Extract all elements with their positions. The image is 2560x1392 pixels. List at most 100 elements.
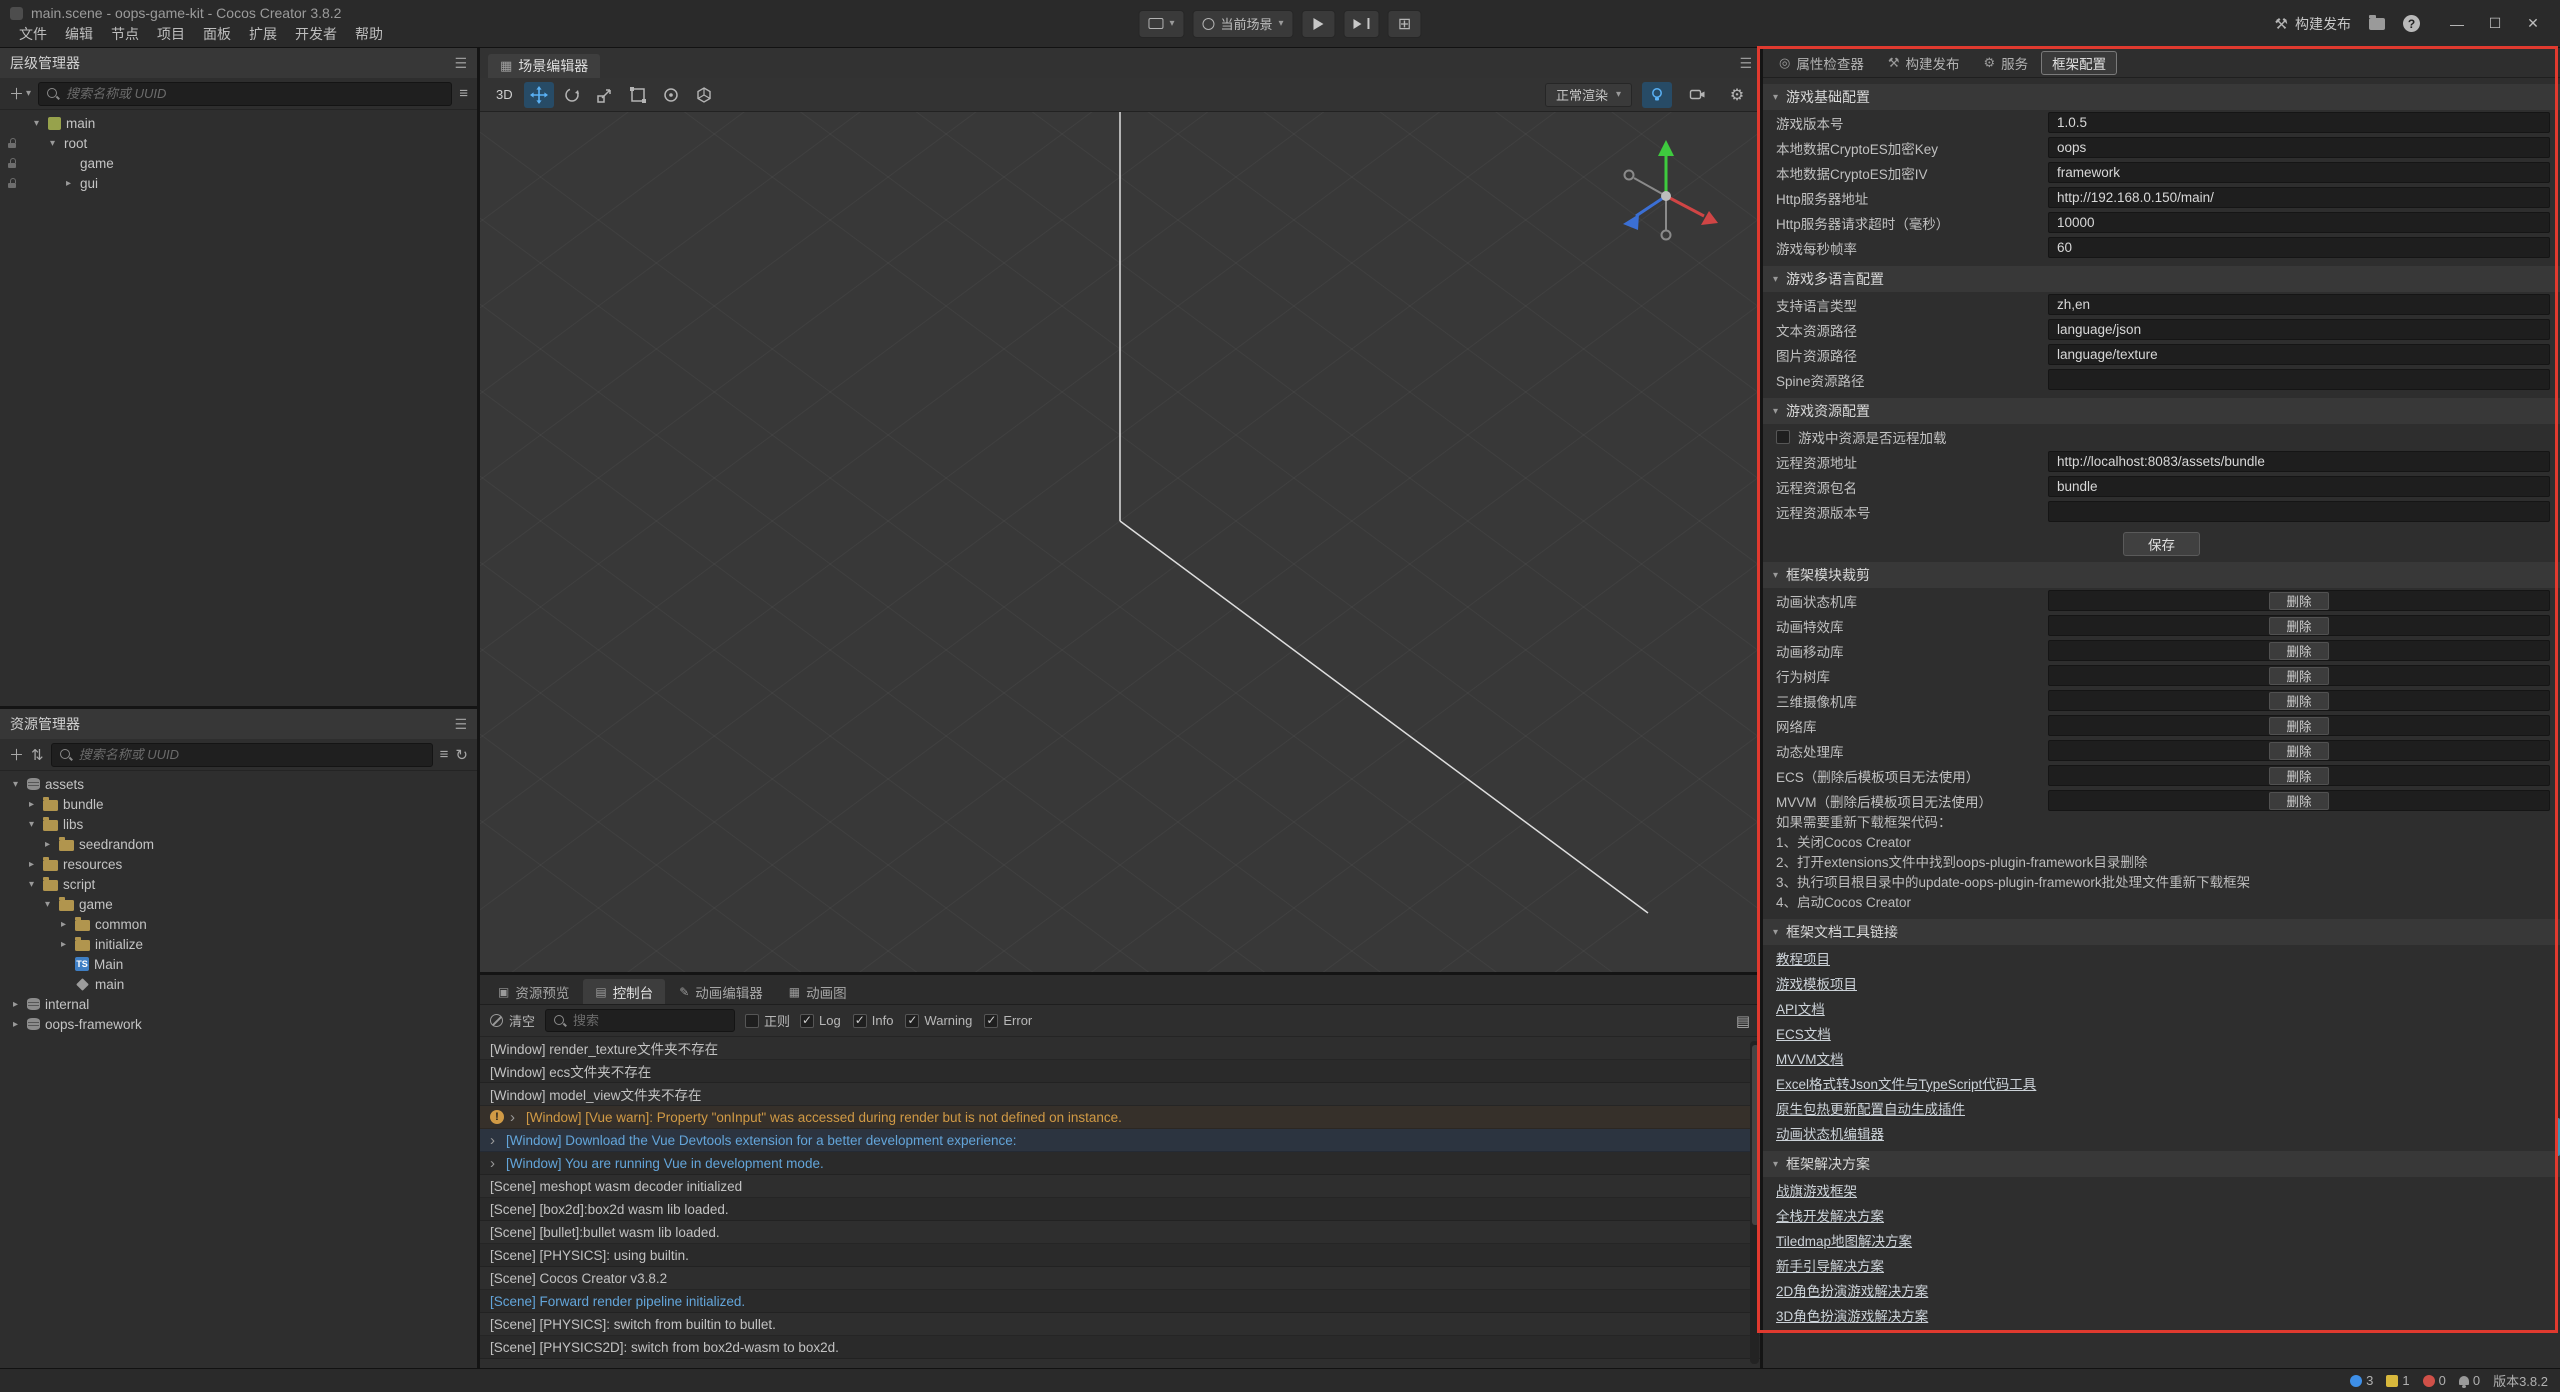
property-input[interactable]: framework (2048, 162, 2550, 183)
tab-资源预览[interactable]: ▣资源预览 (486, 979, 581, 1004)
tree-expand-icon[interactable]: ▾ (46, 138, 59, 149)
section-header[interactable]: ▾框架模块裁剪 (1763, 562, 2560, 588)
tab-构建发布[interactable]: ⚒构建发布 (1877, 51, 1971, 75)
checkbox[interactable] (853, 1014, 867, 1028)
assets-filter-icon[interactable]: ≡ (440, 746, 449, 763)
property-input[interactable]: language/json (2048, 319, 2550, 340)
checkbox[interactable] (905, 1014, 919, 1028)
tree-row[interactable]: ▸gui (0, 173, 477, 193)
tree-row[interactable]: ▾root (0, 133, 477, 153)
add-node-button[interactable]: ＋▾ (9, 83, 31, 104)
property-input[interactable]: 1.0.5 (2048, 112, 2550, 133)
coordinate-space-button[interactable] (689, 82, 719, 108)
menu-item[interactable]: 文件 (10, 24, 56, 44)
filter-warning[interactable]: Warning (905, 1013, 972, 1028)
log-row[interactable]: [Window] render_texture文件夹不存在 (480, 1037, 1760, 1060)
tree-expand-icon[interactable]: ▾ (30, 118, 43, 129)
delete-button[interactable]: 删除 (2269, 792, 2328, 810)
property-input[interactable] (2048, 501, 2550, 522)
log-row[interactable]: [Scene] [bullet]:bullet wasm lib loaded. (480, 1221, 1760, 1244)
error-count-badge[interactable]: 0 (2423, 1373, 2446, 1388)
property-input[interactable]: language/texture (2048, 344, 2550, 365)
checkbox[interactable] (1776, 430, 1790, 444)
tree-expand-icon[interactable]: ▸ (57, 919, 70, 930)
property-input[interactable]: 60 (2048, 237, 2550, 258)
clear-console-button[interactable]: 清空 (490, 1011, 535, 1030)
save-button[interactable]: 保存 (2123, 532, 2200, 556)
doc-link[interactable]: API文档 (1776, 998, 1825, 1018)
help-icon[interactable]: ? (2403, 15, 2420, 32)
tree-expand-icon[interactable]: ▾ (9, 779, 22, 790)
delete-button[interactable]: 删除 (2269, 667, 2328, 685)
tab-服务[interactable]: ⚙服务 (1973, 51, 2040, 75)
close-button[interactable]: ✕ (2514, 0, 2552, 47)
sort-assets-icon[interactable]: ⇅ (31, 746, 44, 764)
tree-row[interactable]: ▾game (0, 894, 477, 914)
log-row[interactable]: ›[Window] Download the Vue Devtools exte… (480, 1129, 1760, 1152)
light-toggle-button[interactable] (1642, 82, 1672, 108)
filter-error[interactable]: Error (984, 1013, 1032, 1028)
filter-log[interactable]: Log (800, 1013, 841, 1028)
tab-动画图[interactable]: ▦动画图 (777, 979, 859, 1004)
delete-button[interactable]: 删除 (2269, 692, 2328, 710)
play-button[interactable] (1302, 10, 1336, 38)
log-row[interactable]: [Scene] [box2d]:box2d wasm lib loaded. (480, 1198, 1760, 1221)
tree-expand-icon[interactable]: ▸ (25, 799, 38, 810)
pivot-tool-button[interactable] (656, 82, 686, 108)
camera-view-button[interactable] (1682, 82, 1712, 108)
tab-属性检查器[interactable]: ◎属性检查器 (1768, 51, 1875, 75)
scene-editor-tab[interactable]: ▦ 场景编辑器 (488, 54, 600, 78)
menu-item[interactable]: 扩展 (240, 24, 286, 44)
checkbox[interactable] (745, 1014, 759, 1028)
property-input[interactable]: bundle (2048, 476, 2550, 497)
log-row[interactable]: [Scene] [PHYSICS2D]: switch from box2d-w… (480, 1336, 1760, 1359)
property-input[interactable]: oops (2048, 137, 2550, 158)
doc-link[interactable]: 战旗游戏框架 (1776, 1180, 1857, 1200)
log-row[interactable]: [Scene] meshopt wasm decoder initialized (480, 1175, 1760, 1198)
checkbox[interactable] (800, 1014, 814, 1028)
tree-row[interactable]: ▸oops-framework (0, 1014, 477, 1034)
render-mode-select[interactable]: 正常渲染 ▾ (1545, 83, 1632, 107)
section-header[interactable]: ▾游戏资源配置 (1763, 398, 2560, 424)
warning-count-badge[interactable]: 1 (2386, 1373, 2409, 1388)
tree-expand-icon[interactable]: ▸ (62, 178, 75, 189)
log-row[interactable]: [Scene] [PHYSICS]: switch from builtin t… (480, 1313, 1760, 1336)
delete-button[interactable]: 删除 (2269, 717, 2328, 735)
section-header[interactable]: ▾框架文档工具链接 (1763, 919, 2560, 945)
expand-icon[interactable]: › (490, 1155, 500, 1172)
tree-expand-icon[interactable]: ▸ (9, 1019, 22, 1030)
tree-expand-icon[interactable]: ▸ (41, 839, 54, 850)
doc-link[interactable]: 新手引导解决方案 (1776, 1255, 1884, 1275)
tree-expand-icon[interactable]: ▸ (57, 939, 70, 950)
log-row[interactable]: [Window] model_view文件夹不存在 (480, 1083, 1760, 1106)
tree-expand-icon[interactable]: ▸ (25, 859, 38, 870)
tab-框架配置[interactable]: 框架配置 (2041, 51, 2117, 75)
scene-selector[interactable]: 当前场景 ▾ (1192, 10, 1293, 38)
projection-3d-button[interactable]: 3D (488, 82, 521, 108)
doc-link[interactable]: ECS文档 (1776, 1023, 1831, 1043)
rect-tool-button[interactable] (623, 82, 653, 108)
tree-row[interactable]: ▸resources (0, 854, 477, 874)
log-row[interactable]: [Scene] Cocos Creator v3.8.2 (480, 1267, 1760, 1290)
layout-button[interactable]: ⊞ (1388, 10, 1422, 38)
step-button[interactable] (1344, 10, 1380, 38)
property-input[interactable]: http://192.168.0.150/main/ (2048, 187, 2550, 208)
tree-expand-icon[interactable]: ▾ (25, 819, 38, 830)
preview-device-button[interactable]: ▾ (1138, 10, 1184, 38)
inspector-scrollbar-thumb[interactable] (2555, 1118, 2560, 1156)
doc-link[interactable]: 3D角色扮演游戏解决方案 (1776, 1305, 1928, 1325)
notification-badge[interactable]: 0 (2459, 1373, 2480, 1388)
tree-expand-icon[interactable]: ▾ (41, 899, 54, 910)
doc-link[interactable]: Tiledmap地图解决方案 (1776, 1230, 1912, 1250)
doc-link[interactable]: 原生包热更新配置自动生成插件 (1776, 1098, 1965, 1118)
scene-viewport[interactable] (480, 112, 1760, 972)
hierarchy-search-input[interactable] (66, 86, 444, 101)
maximize-button[interactable]: ☐ (2476, 0, 2514, 47)
section-header[interactable]: ▾游戏多语言配置 (1763, 266, 2560, 292)
tree-row[interactable]: main (0, 974, 477, 994)
delete-button[interactable]: 删除 (2269, 742, 2328, 760)
rotate-tool-button[interactable] (557, 82, 587, 108)
tree-row[interactable]: TSMain (0, 954, 477, 974)
tree-row[interactable]: ▸seedrandom (0, 834, 477, 854)
expand-icon[interactable]: › (510, 1109, 520, 1126)
